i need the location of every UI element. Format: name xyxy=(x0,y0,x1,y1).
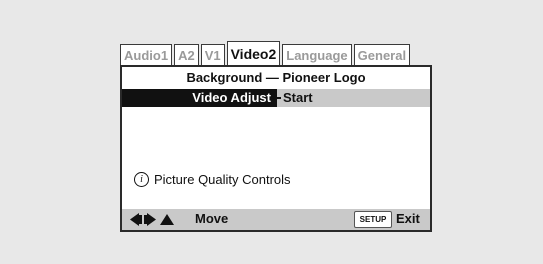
menu-item-video-adjust-label: Video Adjust xyxy=(122,89,277,107)
info-text: Picture Quality Controls xyxy=(154,172,291,187)
exit-label: Exit xyxy=(396,211,420,226)
tab-bar: Audio1 A2 V1 Video2 Language General xyxy=(120,39,411,65)
menu-item-video-adjust[interactable]: Video Adjust Start xyxy=(122,89,430,107)
tab-audio1[interactable]: Audio1 xyxy=(120,44,173,65)
tab-a2[interactable]: A2 xyxy=(174,44,199,65)
setup-button[interactable]: SETUP xyxy=(354,211,392,228)
menu-item-video-adjust-value[interactable]: Start xyxy=(283,89,313,107)
setup-menu-screen: Background — Pioneer Logo Video Adjust S… xyxy=(120,65,432,232)
info-line: i Picture Quality Controls xyxy=(134,172,291,187)
menu-item-background[interactable]: Background — Pioneer Logo xyxy=(122,69,430,87)
footer-bar: Move SETUP Exit xyxy=(122,209,430,230)
tab-video2[interactable]: Video2 xyxy=(226,41,281,65)
selection-connector xyxy=(277,97,281,99)
left-right-up-arrows-icon xyxy=(130,213,174,226)
info-icon: i xyxy=(134,172,149,187)
tab-general[interactable]: General xyxy=(353,44,411,65)
menu-item-background-label: Background — Pioneer Logo xyxy=(186,70,366,85)
move-label: Move xyxy=(195,211,229,226)
tab-language[interactable]: Language xyxy=(282,44,352,65)
tab-v1[interactable]: V1 xyxy=(200,44,225,65)
